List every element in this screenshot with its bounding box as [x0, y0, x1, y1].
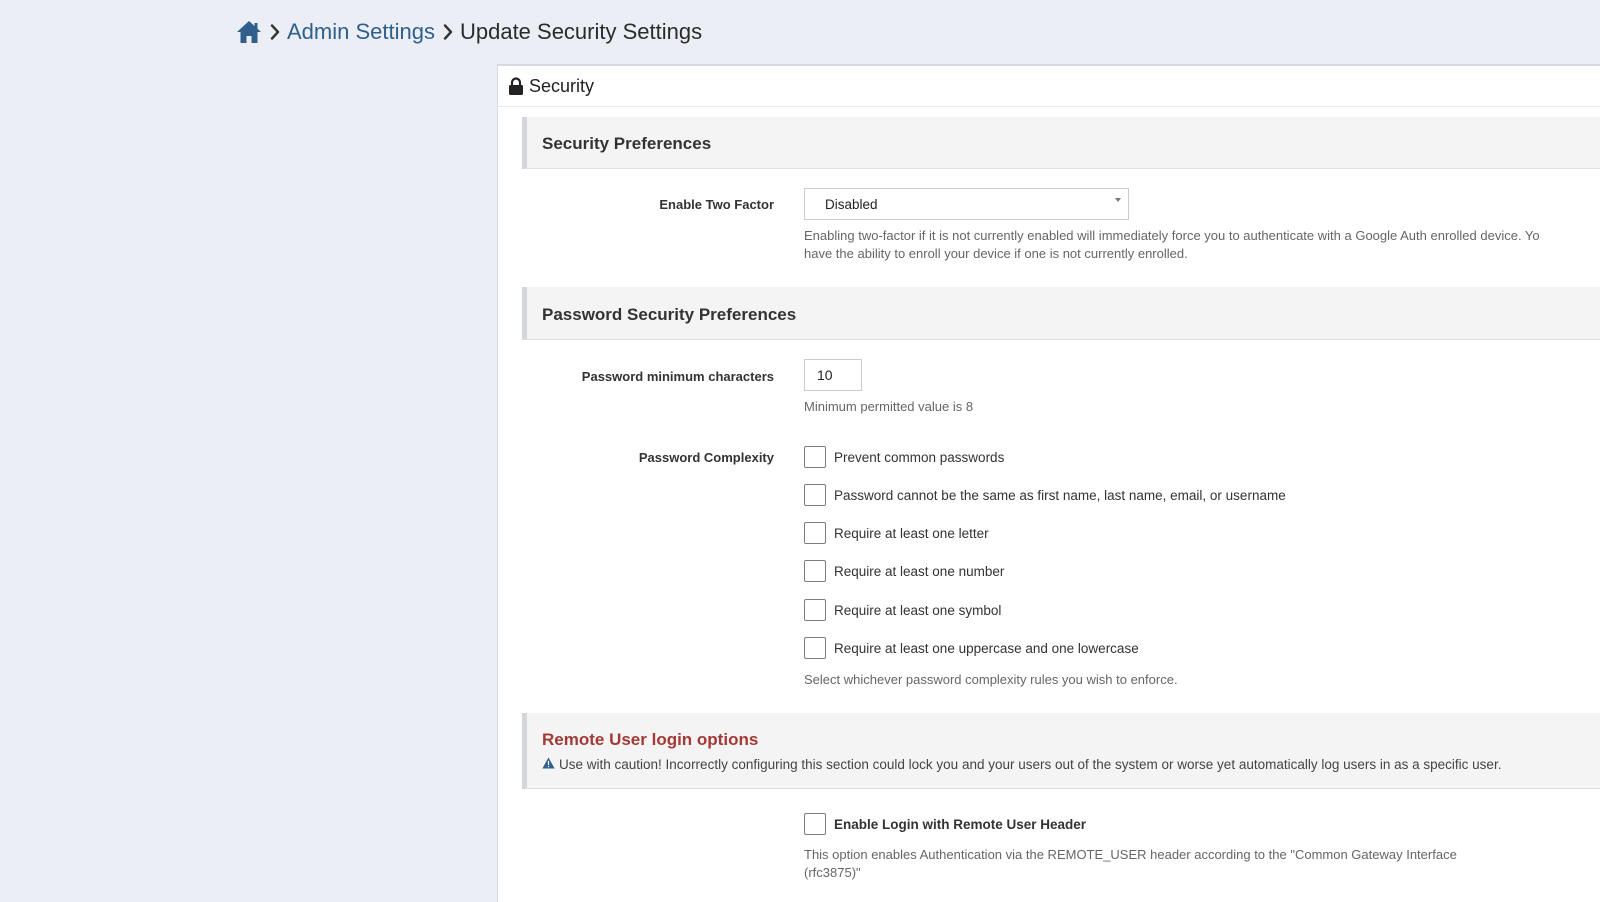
section-title: Password Security Preferences — [542, 305, 797, 324]
lock-icon — [508, 76, 524, 96]
security-panel: Security Security Preferences Enable Two… — [497, 64, 1600, 902]
remote-user-help-line1: This option enables Authentication via t… — [804, 847, 1457, 862]
breadcrumb: Admin Settings Update Security Settings — [236, 16, 702, 48]
home-icon[interactable] — [236, 20, 262, 44]
complexity-help: Select whichever password complexity rul… — [804, 672, 1178, 687]
checkbox-label: Prevent common passwords — [834, 449, 1005, 465]
two-factor-value: Disabled — [825, 196, 878, 212]
min-chars-help: Minimum permitted value is 8 — [804, 399, 974, 414]
panel-title: Security — [529, 75, 595, 96]
two-factor-help-line1: Enabling two-factor if it is not current… — [804, 228, 1540, 243]
section-title: Security Preferences — [542, 134, 712, 153]
two-factor-label: Enable Two Factor — [659, 197, 774, 212]
checkbox-label: Password cannot be the same as first nam… — [834, 487, 1286, 503]
checkbox[interactable] — [804, 560, 826, 582]
section-security-preferences: Security Preferences — [522, 117, 1600, 169]
checkbox-label: Enable Login with Remote User Header — [834, 816, 1087, 832]
two-factor-help: Enabling two-factor if it is not current… — [804, 227, 1540, 263]
min-chars-label: Password minimum characters — [581, 369, 774, 384]
chevron-right-icon — [443, 24, 453, 40]
complexity-option[interactable]: Password cannot be the same as first nam… — [804, 484, 1286, 506]
panel-header: Security — [498, 66, 1600, 107]
section-remote-user: Remote User login options Use with cauti… — [522, 713, 1600, 789]
warning-icon — [542, 757, 559, 772]
complexity-option[interactable]: Require at least one symbol — [804, 599, 1001, 621]
two-factor-help-line2: have the ability to enroll your device i… — [804, 246, 1188, 261]
checkbox[interactable] — [804, 813, 826, 835]
complexity-option[interactable]: Prevent common passwords — [804, 446, 1004, 468]
section-title: Remote User login options — [542, 730, 759, 749]
complexity-option[interactable]: Require at least one uppercase and one l… — [804, 637, 1139, 659]
remote-user-help-line2: (rfc3875)" — [804, 865, 861, 880]
checkbox[interactable] — [804, 599, 826, 621]
complexity-option[interactable]: Require at least one number — [804, 560, 1004, 582]
chevron-down-icon — [1115, 198, 1121, 202]
remote-user-warning: Use with caution! Incorrectly configurin… — [542, 757, 1501, 772]
checkbox[interactable] — [804, 484, 826, 506]
breadcrumb-admin-settings[interactable]: Admin Settings — [287, 19, 435, 45]
chevron-right-icon — [270, 24, 280, 40]
password-complexity-label: Password Complexity — [638, 450, 774, 465]
remote-user-help: This option enables Authentication via t… — [804, 846, 1457, 882]
page-title: Update Security Settings — [459, 19, 703, 44]
checkbox-label: Require at least one symbol — [834, 602, 1002, 618]
checkbox-label: Require at least one number — [834, 563, 1005, 579]
complexity-option[interactable]: Require at least one letter — [804, 522, 989, 544]
two-factor-select[interactable]: Disabled — [804, 188, 1129, 220]
min-chars-input[interactable] — [804, 359, 862, 391]
remote-user-option[interactable]: Enable Login with Remote User Header — [804, 813, 1086, 835]
checkbox[interactable] — [804, 446, 826, 468]
checkbox[interactable] — [804, 637, 826, 659]
checkbox[interactable] — [804, 522, 826, 544]
checkbox-label: Require at least one uppercase and one l… — [834, 640, 1139, 656]
warning-text: Use with caution! Incorrectly configurin… — [559, 757, 1502, 772]
section-password-security: Password Security Preferences — [522, 287, 1600, 340]
checkbox-label: Require at least one letter — [834, 525, 989, 541]
